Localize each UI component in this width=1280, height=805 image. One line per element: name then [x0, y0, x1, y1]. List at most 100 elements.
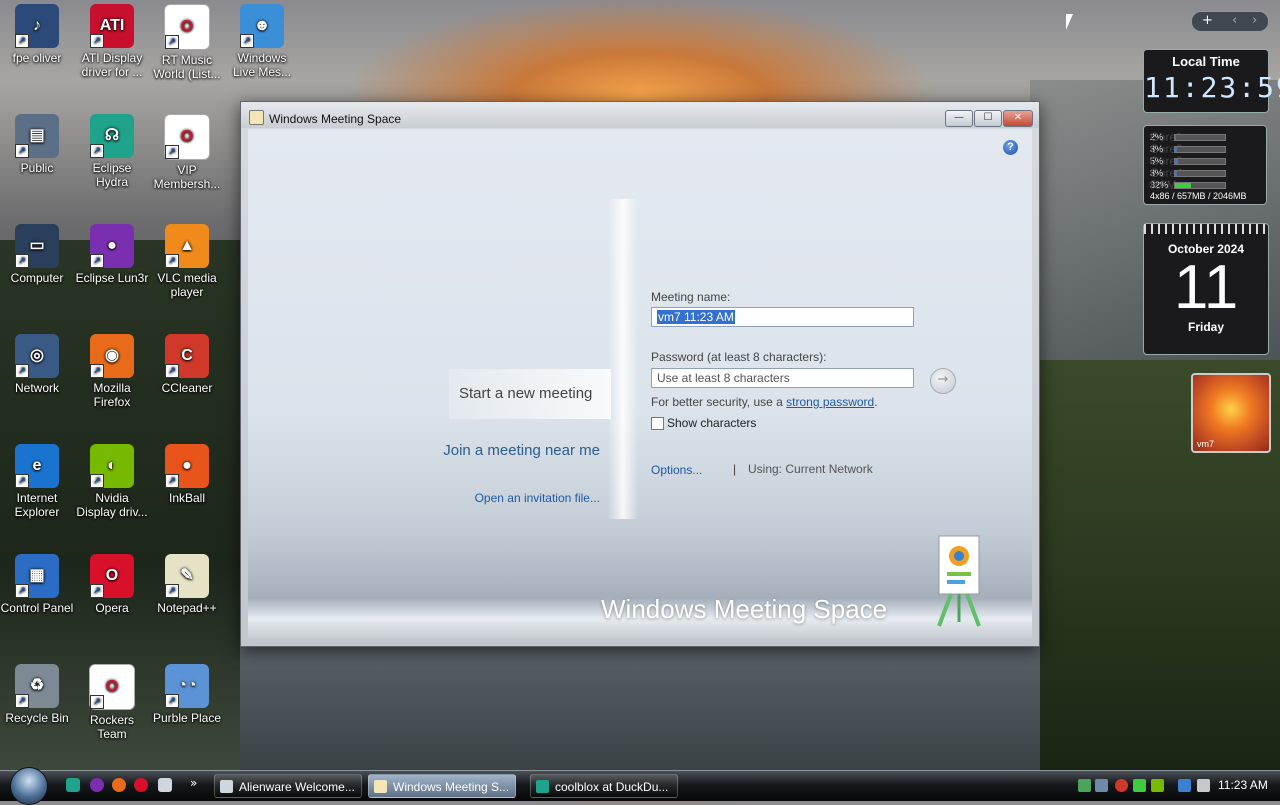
desktop-icon[interactable]: ▭ ↗ Computer — [0, 224, 74, 285]
tray-security-icon[interactable] — [1115, 779, 1128, 792]
meeting-space-window[interactable]: Windows Meeting Space — ☐ ✕ ? Start a ne… — [240, 101, 1040, 647]
minimize-button[interactable]: — — [945, 110, 973, 127]
desktop-icon[interactable]: ● ↗ InkBall — [150, 444, 224, 505]
join-meeting-link[interactable]: Join a meeting near me — [438, 442, 600, 459]
desktop-icon-label: Purble Place — [152, 711, 222, 725]
desktop-icon[interactable]: O ↗ Rockers Team — [75, 664, 149, 741]
desktop-icon[interactable]: O ↗ RT Music World (List... — [150, 4, 224, 81]
taskbar-button[interactable]: coolblox at DuckDu... — [530, 774, 678, 798]
desktop-icon-label: fpe oliver — [12, 51, 62, 65]
start-button[interactable] — [10, 767, 48, 805]
desktop-icon[interactable]: ♻ ↗ Recycle Bin — [0, 664, 74, 725]
options-separator: | — [733, 462, 737, 476]
security-hint: For better security, use a strong passwo… — [651, 395, 878, 409]
brand-title: Windows Meeting Space — [601, 594, 888, 624]
shortcut-arrow-icon: ↗ — [90, 364, 104, 378]
desktop-icon-image: ● ↗ — [165, 444, 209, 488]
tray-device-icon[interactable] — [1095, 779, 1108, 792]
quicklaunch-lun3r-icon[interactable] — [90, 778, 104, 792]
sidebar-next-button[interactable]: › — [1252, 12, 1257, 30]
tray-connection-icon[interactable] — [1178, 779, 1191, 792]
tray-volume-icon[interactable] — [1197, 779, 1210, 792]
taskbar-button[interactable]: Windows Meeting S... — [368, 774, 516, 798]
desktop-icon-label: Opera — [95, 601, 129, 615]
quicklaunch-opera-icon[interactable] — [134, 778, 148, 792]
cpu-meter-bar — [1174, 181, 1226, 189]
options-link[interactable]: Options... — [651, 463, 702, 477]
shortcut-arrow-icon: ↗ — [165, 254, 179, 268]
calendar-gadget[interactable]: October 2024 11 Friday — [1143, 223, 1269, 355]
quicklaunch-show-desktop-icon[interactable] — [158, 778, 172, 792]
cpu-meter-fill — [1175, 182, 1191, 188]
desktop-icon[interactable]: C ↗ CCleaner — [150, 334, 224, 395]
desktop-icon[interactable]: ☊ ↗ Eclipse Hydra — [75, 114, 149, 189]
start-new-meeting-tab[interactable]: Start a new meeting — [449, 369, 611, 419]
desktop-icon[interactable]: ☻ ↗ Windows Live Mes... — [225, 4, 299, 79]
meeting-space-app-icon — [249, 110, 264, 125]
taskbar-button[interactable]: Alienware Welcome... — [214, 774, 362, 798]
desktop-icon[interactable]: O ↗ VIP Membersh... — [150, 114, 224, 191]
desktop-icon[interactable]: e ↗ Internet Explorer — [0, 444, 74, 519]
show-characters-label[interactable]: Show characters — [667, 416, 756, 430]
desktop-icon[interactable]: ▤ ↗ Public — [0, 114, 74, 175]
desktop-icon-label: Eclipse Lun3r — [75, 271, 149, 285]
desktop-icon[interactable]: ▲ ↗ VLC media player — [150, 224, 224, 299]
desktop-icon[interactable]: ATI ↗ ATI Display driver for ... — [75, 4, 149, 79]
window-titlebar[interactable]: Windows Meeting Space — ☐ ✕ — [241, 102, 1039, 128]
cpu-meter-bar — [1174, 169, 1226, 177]
shortcut-arrow-icon: ↗ — [90, 584, 104, 598]
desktop-icon[interactable]: ◎ ↗ Network — [0, 334, 74, 395]
cpu-meter-gadget[interactable]: Core1 2% Core2 3% Core3 5% Core4 3% RAM 32% 4x86 … — [1143, 125, 1267, 205]
desktop-icon-label: VLC media player — [157, 271, 217, 299]
desktop-icon[interactable]: ● ↗ Eclipse Lun3r — [75, 224, 149, 285]
sidebar-controls[interactable]: + ‹ › — [1191, 11, 1269, 32]
calendar-rings — [1144, 224, 1268, 234]
shortcut-arrow-icon: ↗ — [15, 34, 29, 48]
strong-password-link[interactable]: strong password — [786, 395, 874, 409]
desktop-icon[interactable]: ✎ ↗ Notepad++ — [150, 554, 224, 615]
desktop-icon[interactable]: O ↗ Opera — [75, 554, 149, 615]
password-label: Password (at least 8 characters): — [651, 350, 827, 364]
cpu-meter-bar — [1174, 145, 1226, 153]
desktop-icon[interactable]: ◔◔ ↗ Purble Place — [150, 664, 224, 725]
maximize-button[interactable]: ☐ — [974, 110, 1002, 127]
meeting-name-value: vm7 11:23 AM — [657, 310, 735, 324]
shortcut-arrow-icon: ↗ — [90, 254, 104, 268]
go-arrow-button[interactable]: → — [930, 368, 956, 394]
security-end: . — [874, 395, 878, 409]
clock-gadget[interactable]: Local Time 11:23:59AM — [1143, 49, 1280, 113]
password-input[interactable]: Use at least 8 characters — [651, 368, 914, 388]
calendar-day: 11 — [1173, 253, 1239, 322]
meeting-name-input[interactable]: vm7 11:23 AM — [651, 307, 914, 327]
tray-network-icon[interactable] — [1078, 779, 1091, 792]
quicklaunch-eclipse-icon[interactable] — [66, 778, 80, 792]
desktop-icon-label: Rockers Team — [89, 713, 134, 741]
clock-time: 11:23:59AM — [1144, 71, 1280, 104]
sidebar-add-button[interactable]: + — [1202, 12, 1213, 30]
shortcut-arrow-icon: ↗ — [165, 584, 179, 598]
tray-antivirus-icon[interactable] — [1133, 779, 1146, 792]
panel-divider — [608, 199, 638, 519]
shortcut-arrow-icon: ↗ — [15, 364, 29, 378]
desktop-icon-label: ATI Display driver for ... — [81, 51, 143, 79]
slideshow-gadget[interactable]: vm7 — [1191, 373, 1271, 453]
cpu-meter-fill — [1175, 134, 1176, 140]
desktop-icon-label: Eclipse Hydra — [92, 161, 132, 189]
sidebar-prev-button[interactable]: ‹ — [1232, 12, 1237, 30]
quicklaunch-more-chevron-icon[interactable]: » — [190, 776, 197, 790]
close-button[interactable]: ✕ — [1003, 110, 1033, 127]
desktop-icon[interactable]: ▦ ↗ Control Panel — [0, 554, 74, 615]
quicklaunch-firefox-icon[interactable] — [112, 778, 126, 792]
clock-title: Local Time — [1172, 54, 1240, 69]
desktop-icon[interactable]: ♪ ↗ fpe oliver — [0, 4, 74, 65]
cpu-meter-fill — [1175, 158, 1178, 164]
show-characters-checkbox[interactable] — [651, 417, 664, 430]
desktop-icon[interactable]: ◉ ↗ Mozilla Firefox — [75, 334, 149, 409]
desktop-icon-label: Computer — [10, 271, 64, 285]
desktop-icon-image: ✎ ↗ — [165, 554, 209, 598]
help-icon[interactable]: ? — [1003, 140, 1018, 155]
desktop-icon[interactable]: ◐ ↗ Nvidia Display driv... — [75, 444, 149, 519]
tray-nvidia-icon[interactable] — [1151, 779, 1164, 792]
tray-clock[interactable]: 11:23 AM — [1218, 778, 1268, 792]
open-invitation-link[interactable]: Open an invitation file... — [438, 491, 600, 505]
